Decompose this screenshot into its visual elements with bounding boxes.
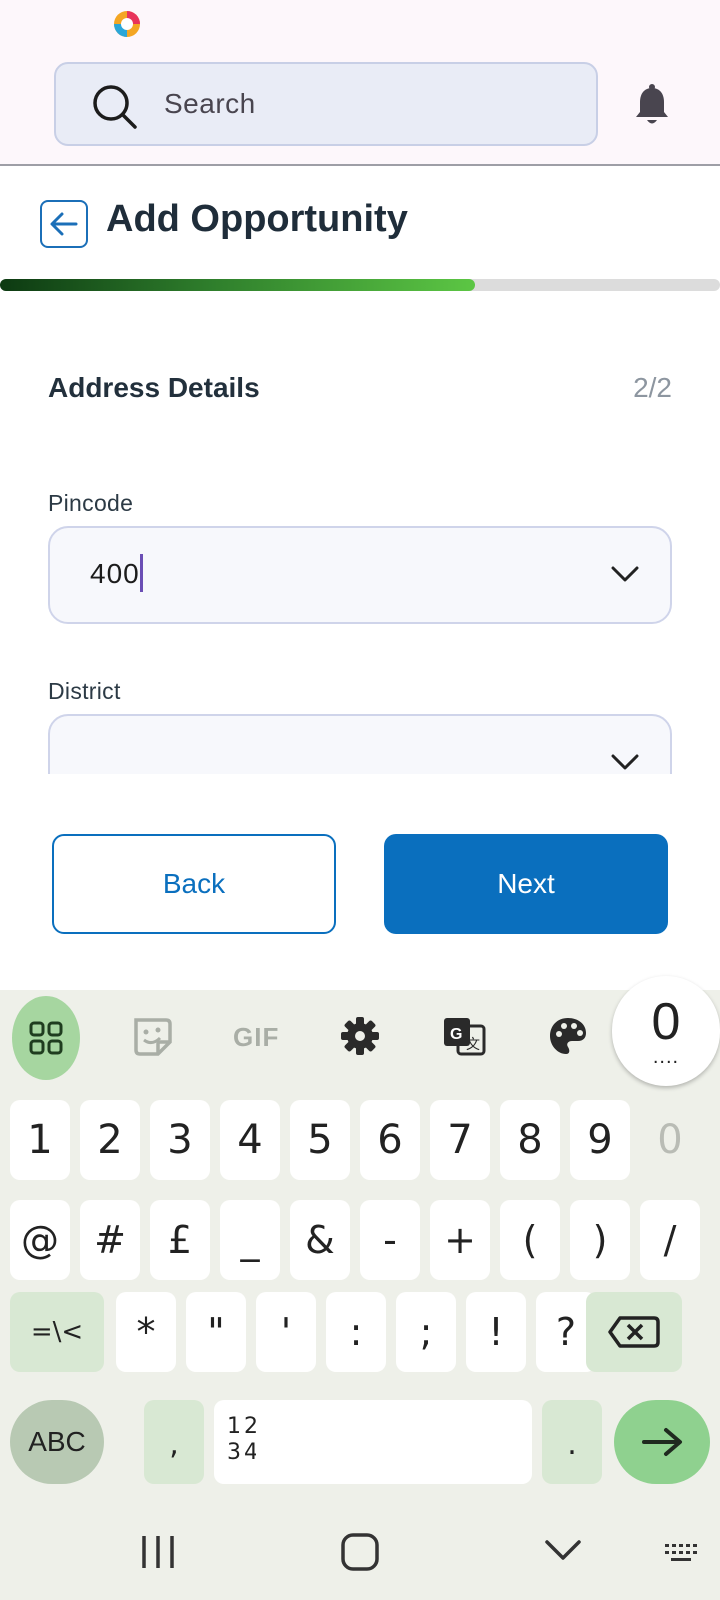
key-symbol[interactable]: ; xyxy=(396,1292,456,1372)
soft-keyboard: GIF G 文 0 .... 1 2 3 4 5 6 7 8 9 0 @ # £… xyxy=(0,976,720,1498)
back-arrow-button[interactable] xyxy=(40,200,88,248)
key-symbol[interactable]: £ xyxy=(150,1200,210,1280)
abc-key[interactable]: ABC xyxy=(10,1400,104,1484)
section-title: Address Details xyxy=(48,372,260,403)
key-preview-char: 0 xyxy=(651,993,681,1051)
key-symbol[interactable]: ) xyxy=(570,1200,630,1280)
notification-bell-icon[interactable] xyxy=(632,84,672,128)
app-logo-icon xyxy=(114,11,140,37)
progress-bar xyxy=(0,279,720,291)
space-key[interactable] xyxy=(256,1400,532,1484)
period-key[interactable]: . xyxy=(542,1400,602,1484)
enter-key[interactable] xyxy=(614,1400,710,1484)
step-indicator: 2/2 xyxy=(633,372,672,403)
text-cursor xyxy=(139,553,143,592)
palette-icon[interactable] xyxy=(544,1012,592,1060)
backspace-icon xyxy=(608,1316,660,1348)
gif-button[interactable]: GIF xyxy=(233,1022,279,1053)
sticker-icon[interactable] xyxy=(128,1012,176,1060)
key-symbol[interactable]: ! xyxy=(466,1292,526,1372)
pincode-label: Pincode xyxy=(48,490,134,516)
app-header: Search xyxy=(0,0,720,166)
search-icon xyxy=(93,85,137,129)
district-field[interactable] xyxy=(48,714,672,774)
key-symbol[interactable]: + xyxy=(430,1200,490,1280)
comma-key[interactable]: , xyxy=(144,1400,204,1484)
key-symbol[interactable]: ( xyxy=(500,1200,560,1280)
status-bar xyxy=(0,0,720,48)
key-symbol[interactable]: & xyxy=(290,1200,350,1280)
key-symbol[interactable]: # xyxy=(80,1200,140,1280)
key-8[interactable]: 8 xyxy=(500,1100,560,1180)
screen: Search Add Opportunity Address Details 2… xyxy=(0,0,720,1600)
key-preview-popup: 0 .... xyxy=(612,976,720,1086)
key-symbol[interactable]: " xyxy=(186,1292,246,1372)
back-button[interactable]: Back xyxy=(52,834,336,934)
home-icon[interactable] xyxy=(340,1532,380,1572)
key-symbol[interactable]: * xyxy=(116,1292,176,1372)
key-preview-more: .... xyxy=(652,1046,680,1068)
search-placeholder: Search xyxy=(164,88,256,119)
key-0: 0 xyxy=(657,1117,683,1163)
more-symbols-key[interactable]: =\< xyxy=(10,1292,104,1372)
key-9[interactable]: 9 xyxy=(570,1100,630,1180)
backspace-key[interactable] xyxy=(586,1292,682,1372)
key-1[interactable]: 1 xyxy=(10,1100,70,1180)
pincode-value: 400 xyxy=(90,553,143,592)
system-nav-bar xyxy=(0,1498,720,1600)
svg-text:G: G xyxy=(450,1026,462,1043)
progress-fill xyxy=(0,279,476,291)
page-title: Add Opportunity xyxy=(106,198,408,240)
settings-gear-icon[interactable] xyxy=(336,1012,384,1060)
key-5[interactable]: 5 xyxy=(290,1100,350,1180)
arrow-left-icon xyxy=(50,212,78,236)
key-symbol[interactable]: ' xyxy=(256,1292,316,1372)
keyboard-apps-button[interactable] xyxy=(12,996,80,1080)
key-symbol[interactable]: - xyxy=(360,1200,420,1280)
key-symbol[interactable]: / xyxy=(640,1200,700,1280)
key-symbol[interactable]: @ xyxy=(10,1200,70,1280)
chevron-down-icon[interactable] xyxy=(610,564,640,584)
pincode-field[interactable]: 400 xyxy=(48,526,672,624)
keyboard-switch-icon[interactable] xyxy=(664,1542,698,1564)
recent-apps-icon[interactable] xyxy=(138,1534,178,1570)
hide-keyboard-icon[interactable] xyxy=(544,1538,582,1562)
district-field-clip xyxy=(0,690,720,774)
next-button[interactable]: Next xyxy=(384,834,668,934)
search-bar[interactable]: Search xyxy=(54,62,598,146)
key-4[interactable]: 4 xyxy=(220,1100,280,1180)
key-symbol[interactable]: _ xyxy=(220,1200,280,1280)
key-7[interactable]: 7 xyxy=(430,1100,490,1180)
translate-icon[interactable]: G 文 xyxy=(440,1012,488,1060)
apps-grid-icon xyxy=(29,1021,63,1055)
key-2[interactable]: 2 xyxy=(80,1100,140,1180)
chevron-down-icon[interactable] xyxy=(610,752,640,772)
key-symbol[interactable]: : xyxy=(326,1292,386,1372)
key-6[interactable]: 6 xyxy=(360,1100,420,1180)
svg-text:文: 文 xyxy=(466,1037,480,1053)
key-3[interactable]: 3 xyxy=(150,1100,210,1180)
arrow-right-icon xyxy=(642,1428,682,1456)
